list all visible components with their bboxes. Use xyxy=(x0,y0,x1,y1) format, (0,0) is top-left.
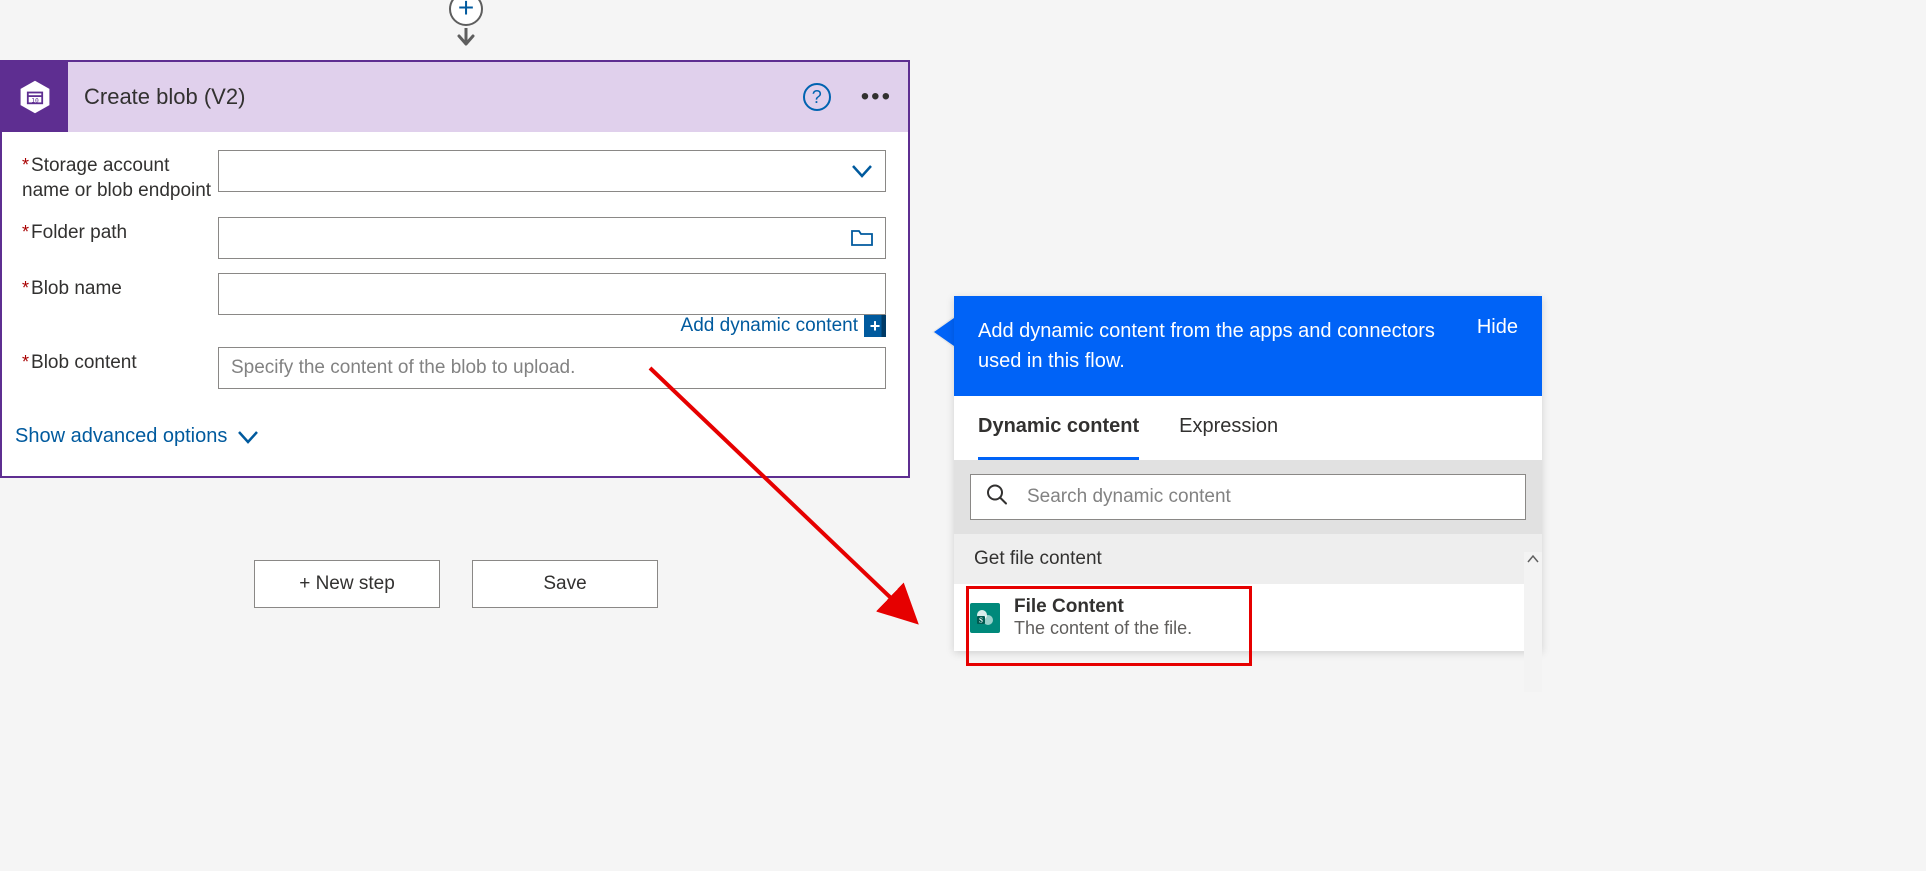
dynamic-content-plus-icon[interactable]: + xyxy=(864,315,886,337)
help-icon[interactable]: ? xyxy=(803,83,831,111)
storage-account-input[interactable] xyxy=(218,150,886,192)
arrow-down-icon xyxy=(457,28,475,50)
dc-item-file-content[interactable]: S File Content The content of the file. xyxy=(954,584,1542,651)
footer-buttons: + New step Save xyxy=(254,560,658,608)
svg-text:10: 10 xyxy=(31,97,39,104)
blob-content-input[interactable] xyxy=(218,347,886,389)
folder-picker-icon[interactable] xyxy=(848,224,876,252)
scrollbar[interactable] xyxy=(1524,552,1542,692)
dc-panel-header: Add dynamic content from the apps and co… xyxy=(954,296,1542,396)
chevron-down-icon xyxy=(237,430,259,444)
add-dynamic-content-link[interactable]: Add dynamic content xyxy=(681,315,858,337)
dc-search-input[interactable] xyxy=(970,474,1526,520)
dc-section-title: Get file content xyxy=(954,534,1542,584)
plus-icon: + xyxy=(458,0,474,22)
blob-name-input[interactable] xyxy=(218,273,886,315)
field-folder-path: *Folder path xyxy=(2,217,886,259)
storage-label: Storage account name or blob endpoint xyxy=(22,155,211,201)
blob-connector-icon: 10 xyxy=(2,62,68,132)
folder-path-input[interactable] xyxy=(218,217,886,259)
save-button[interactable]: Save xyxy=(472,560,658,608)
dc-hide-button[interactable]: Hide xyxy=(1477,316,1518,376)
dynamic-content-link-row: Add dynamic content + xyxy=(2,315,886,337)
step-connector: + xyxy=(450,0,482,50)
card-title: Create blob (V2) xyxy=(84,84,245,110)
blobname-label: Blob name xyxy=(31,278,122,299)
dc-item-desc: The content of the file. xyxy=(1014,618,1192,639)
dc-tabs: Dynamic content Expression xyxy=(954,396,1542,460)
field-storage-account: *Storage account name or blob endpoint xyxy=(2,150,886,203)
insert-step-button[interactable]: + xyxy=(449,0,483,26)
blobcontent-label: Blob content xyxy=(31,352,137,373)
tab-dynamic-content[interactable]: Dynamic content xyxy=(978,396,1139,460)
sharepoint-icon: S xyxy=(970,603,1000,633)
new-step-button[interactable]: + New step xyxy=(254,560,440,608)
create-blob-card: 10 Create blob (V2) ? ••• *Storage accou… xyxy=(0,60,910,478)
folder-label: Folder path xyxy=(31,222,127,243)
tab-expression[interactable]: Expression xyxy=(1179,396,1278,460)
dc-item-list: S File Content The content of the file. xyxy=(954,584,1542,651)
field-blob-name: *Blob name xyxy=(2,273,886,315)
field-blob-content: *Blob content xyxy=(2,347,886,389)
dynamic-content-panel: Add dynamic content from the apps and co… xyxy=(954,296,1542,651)
show-advanced-options[interactable]: Show advanced options xyxy=(15,425,259,448)
card-header[interactable]: 10 Create blob (V2) ? ••• xyxy=(2,62,908,132)
more-menu-icon[interactable]: ••• xyxy=(861,85,892,109)
svg-text:S: S xyxy=(979,616,983,624)
dc-item-title: File Content xyxy=(1014,596,1192,618)
panel-pointer xyxy=(934,318,954,346)
storage-dropdown-icon[interactable] xyxy=(848,157,876,185)
dc-header-text: Add dynamic content from the apps and co… xyxy=(978,316,1438,376)
card-body: *Storage account name or blob endpoint *… xyxy=(2,132,908,476)
search-icon xyxy=(986,484,1008,511)
